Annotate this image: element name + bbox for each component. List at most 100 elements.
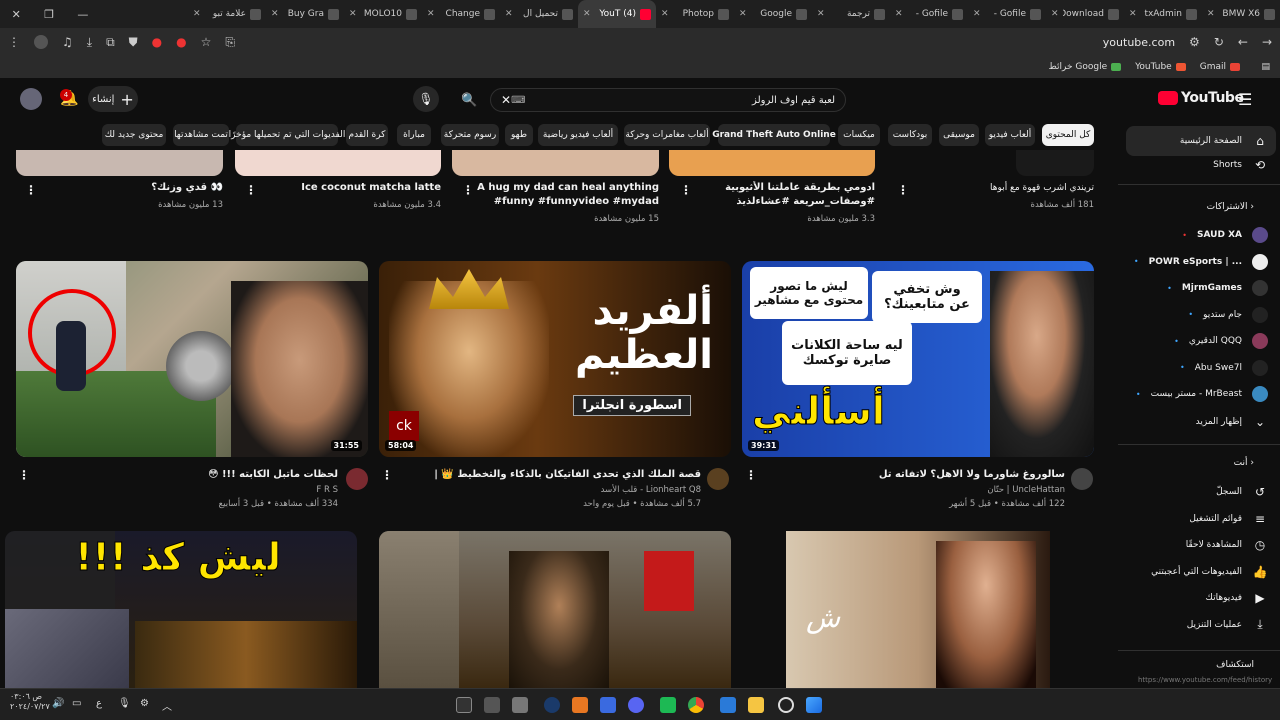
you-header[interactable]: أنت › bbox=[1234, 458, 1254, 468]
more-actions-icon[interactable]: ⋮ bbox=[897, 183, 909, 197]
file-explorer-icon[interactable] bbox=[748, 697, 764, 713]
sidebar-subscription[interactable]: • مستر بيست - MrBeast bbox=[1118, 381, 1280, 407]
account-avatar[interactable] bbox=[20, 88, 42, 110]
more-actions-icon[interactable]: ⋮ bbox=[245, 183, 257, 197]
browser-tab[interactable]: ✕ txAdmin bbox=[1124, 0, 1202, 28]
bookmark-youtube[interactable]: YouTube bbox=[1135, 62, 1186, 72]
chip-2[interactable]: موسيقى bbox=[939, 124, 979, 146]
youtube-logo[interactable]: YouTube bbox=[1158, 90, 1244, 106]
close-tab-icon[interactable]: ✕ bbox=[505, 9, 513, 19]
chip-6[interactable]: ألعاب مغامرات وحركة bbox=[624, 124, 710, 146]
more-actions-icon[interactable]: ⋮ bbox=[25, 183, 37, 197]
close-tab-icon[interactable]: ✕ bbox=[1051, 9, 1059, 19]
video-thumbnail[interactable] bbox=[669, 150, 875, 176]
steam-icon[interactable] bbox=[544, 697, 560, 713]
more-bookmarks-icon[interactable]: ▤ bbox=[1261, 62, 1270, 72]
create-button[interactable]: إنشاء + bbox=[88, 86, 138, 112]
chip-10[interactable]: مباراة bbox=[397, 124, 431, 146]
media-icon[interactable]: ♫ bbox=[62, 35, 73, 49]
close-tab-icon[interactable]: ✕ bbox=[427, 9, 435, 19]
close-tab-icon[interactable]: ✕ bbox=[193, 9, 201, 19]
chip-0[interactable]: كل المحتوى bbox=[1042, 124, 1094, 146]
more-actions-icon[interactable]: ⋮ bbox=[381, 468, 393, 482]
browser-tab[interactable]: ✕ تحميل ال bbox=[500, 0, 578, 28]
channel-avatar[interactable] bbox=[1071, 468, 1093, 490]
close-tab-icon[interactable]: ✕ bbox=[1129, 9, 1137, 19]
extension-badge-icon[interactable]: ● bbox=[152, 35, 162, 49]
chip-14[interactable]: محتوى جديد لك bbox=[102, 124, 166, 146]
mic-icon[interactable]: 🎙 bbox=[118, 698, 131, 709]
bookmark-star-icon[interactable]: ☆ bbox=[201, 35, 212, 49]
video-title[interactable]: A hug my dad can heal anything #funny #f… bbox=[469, 181, 659, 209]
app-icon[interactable] bbox=[572, 697, 588, 713]
sidebar-subscription[interactable]: • POWR eSports | ... bbox=[1118, 249, 1280, 275]
search-icon[interactable]: 🔍 bbox=[461, 93, 477, 108]
more-menu-icon[interactable]: ⋮ bbox=[8, 35, 20, 49]
video-thumbnail[interactable] bbox=[1016, 150, 1094, 176]
clear-search-icon[interactable]: ✕ bbox=[501, 93, 511, 107]
language-indicator[interactable]: ع bbox=[96, 698, 102, 709]
sidebar-item-you-2[interactable]: المشاهدة لاحقًا ◷ bbox=[1118, 532, 1280, 558]
forward-icon[interactable]: → bbox=[1262, 35, 1272, 49]
voice-search-icon[interactable]: 🎙 bbox=[413, 86, 439, 112]
close-tab-icon[interactable]: ✕ bbox=[895, 9, 903, 19]
video-title[interactable]: قصة الملك الذي تحدى الفاتيكان بالذكاء وا… bbox=[396, 468, 701, 482]
video-title[interactable]: لحظات ماتبل الكابته !!! 😳 bbox=[36, 468, 338, 482]
sidebar-item-you-0[interactable]: السجلّ ↺ bbox=[1118, 479, 1280, 505]
browser-tab[interactable]: ✕ Change bbox=[422, 0, 500, 28]
chip-13[interactable]: تمت مشاهدتها bbox=[173, 124, 229, 146]
sidebar-item-shorts[interactable]: Shorts ⟲ bbox=[1118, 152, 1280, 178]
channel-name[interactable]: F R S bbox=[36, 485, 338, 495]
clock[interactable]: ص ٠٣:٠٦ ٢٠٢٤/٠٧/٢٧ bbox=[10, 692, 50, 712]
search-input[interactable]: لعبة قيم اوف الرولز bbox=[536, 95, 835, 106]
extension-badge-icon[interactable]: ● bbox=[176, 35, 186, 49]
chip-4[interactable]: ميكسات bbox=[838, 124, 880, 146]
sidebar-subscription[interactable]: • SAUD XA bbox=[1118, 222, 1280, 248]
video-thumbnail[interactable]: ليش كذ !!! bbox=[5, 531, 357, 688]
url-field[interactable]: youtube.com bbox=[1103, 36, 1175, 49]
keyboard-icon[interactable]: ⌨ bbox=[511, 95, 525, 106]
windows-start-icon[interactable] bbox=[806, 697, 822, 713]
chip-9[interactable]: رسوم متحركة bbox=[441, 124, 499, 146]
sidebar-item-you-5[interactable]: عمليات التنزيل ⤓ bbox=[1118, 612, 1280, 638]
profile-avatar[interactable] bbox=[34, 35, 48, 49]
hamburger-menu-icon[interactable]: ☰ bbox=[1238, 90, 1252, 109]
show-hidden-icons[interactable]: ︿ bbox=[162, 698, 172, 713]
video-title[interactable]: سالوروغ شاورما ولا الاهل؟ لاتفاته تل bbox=[760, 468, 1065, 482]
extensions-icon[interactable]: ⧉ bbox=[106, 35, 115, 50]
share-icon[interactable]: ⎘ bbox=[225, 35, 235, 50]
more-actions-icon[interactable]: ⋮ bbox=[18, 468, 30, 482]
chip-3[interactable]: بودكاست bbox=[888, 124, 932, 146]
more-actions-icon[interactable]: ⋮ bbox=[462, 183, 474, 197]
subscriptions-header[interactable]: الاشتراكات › bbox=[1207, 202, 1254, 212]
xbox-icon[interactable] bbox=[660, 697, 676, 713]
sidebar-subscription[interactable]: • الدقيري QQQ bbox=[1118, 328, 1280, 354]
video-thumbnail[interactable]: 31:55 bbox=[16, 261, 368, 457]
browser-tab[interactable]: ✕ Download bbox=[1046, 0, 1124, 28]
browser-tab[interactable]: ✕ علامة تبو bbox=[188, 0, 266, 28]
chrome-icon[interactable] bbox=[688, 697, 704, 713]
sidebar-item-you-1[interactable]: قوائم التشغيل ≡ bbox=[1118, 506, 1280, 532]
network-icon[interactable]: ▭ bbox=[72, 698, 81, 709]
video-thumbnail[interactable] bbox=[235, 150, 441, 176]
browser-tab[interactable]: ✕ Google bbox=[734, 0, 812, 28]
browser-tab[interactable]: ✕ Buy Gra bbox=[266, 0, 344, 28]
minimize-window-icon[interactable]: — bbox=[77, 8, 88, 21]
chip-11[interactable]: كرة القدم bbox=[346, 124, 388, 146]
channel-avatar[interactable] bbox=[346, 468, 368, 490]
app-icon[interactable] bbox=[720, 697, 736, 713]
sidebar-item-you-3[interactable]: الفيديوهات التي أعجبتني 👍 bbox=[1118, 559, 1280, 585]
sidebar-item-home[interactable]: الصفحة الرئيسية ⌂ bbox=[1118, 128, 1280, 154]
bookmark-gmail[interactable]: Gmail bbox=[1200, 62, 1240, 72]
sidebar-subscription[interactable]: • جام ستديو bbox=[1118, 302, 1280, 328]
close-tab-icon[interactable]: ✕ bbox=[973, 9, 981, 19]
sidebar-item-you-4[interactable]: فيديوهاتك ▶ bbox=[1118, 585, 1280, 611]
close-tab-icon[interactable]: ✕ bbox=[661, 9, 669, 19]
more-actions-icon[interactable]: ⋮ bbox=[680, 183, 692, 197]
channel-name[interactable]: Lionheart Q8 - قلب الأسد bbox=[396, 485, 701, 495]
browser-tab[interactable]: ✕ Photop bbox=[656, 0, 734, 28]
site-settings-icon[interactable]: ⚙ bbox=[1189, 35, 1200, 49]
sidebar-subscription[interactable]: • Abu Swe7l bbox=[1118, 355, 1280, 381]
bookmark-maps[interactable]: خرائط Google bbox=[1048, 62, 1122, 72]
browser-tab[interactable]: ✕ Gofile - bbox=[890, 0, 968, 28]
